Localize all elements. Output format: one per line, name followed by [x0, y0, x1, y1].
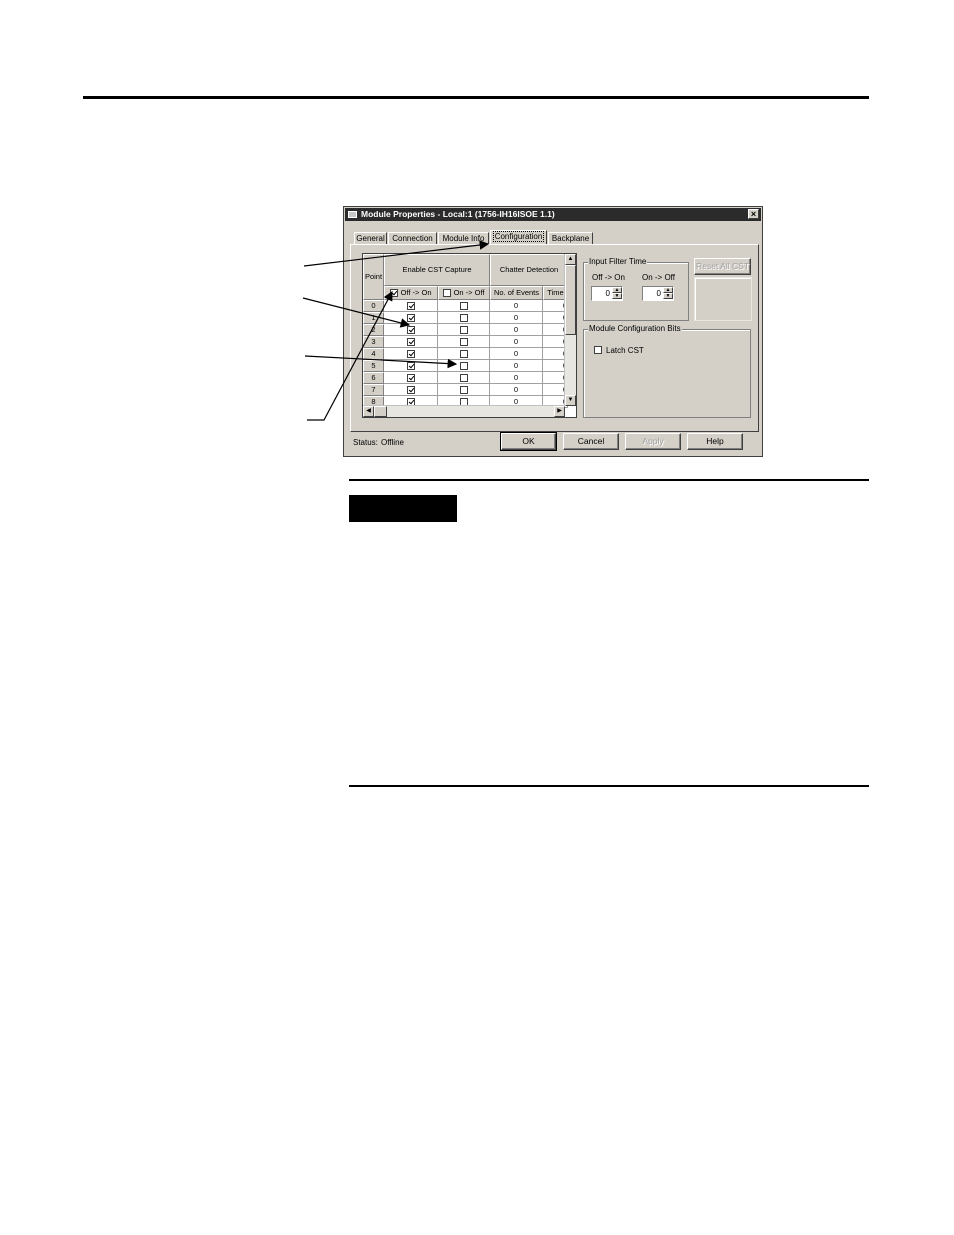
callout-lines: [302, 240, 490, 421]
callout-arrow-header-check: [307, 290, 393, 421]
callout-arrow-configuration-tab: [303, 240, 490, 267]
callout-arrow-on-off: [304, 355, 458, 369]
callout-arrow-off-on: [302, 297, 411, 328]
